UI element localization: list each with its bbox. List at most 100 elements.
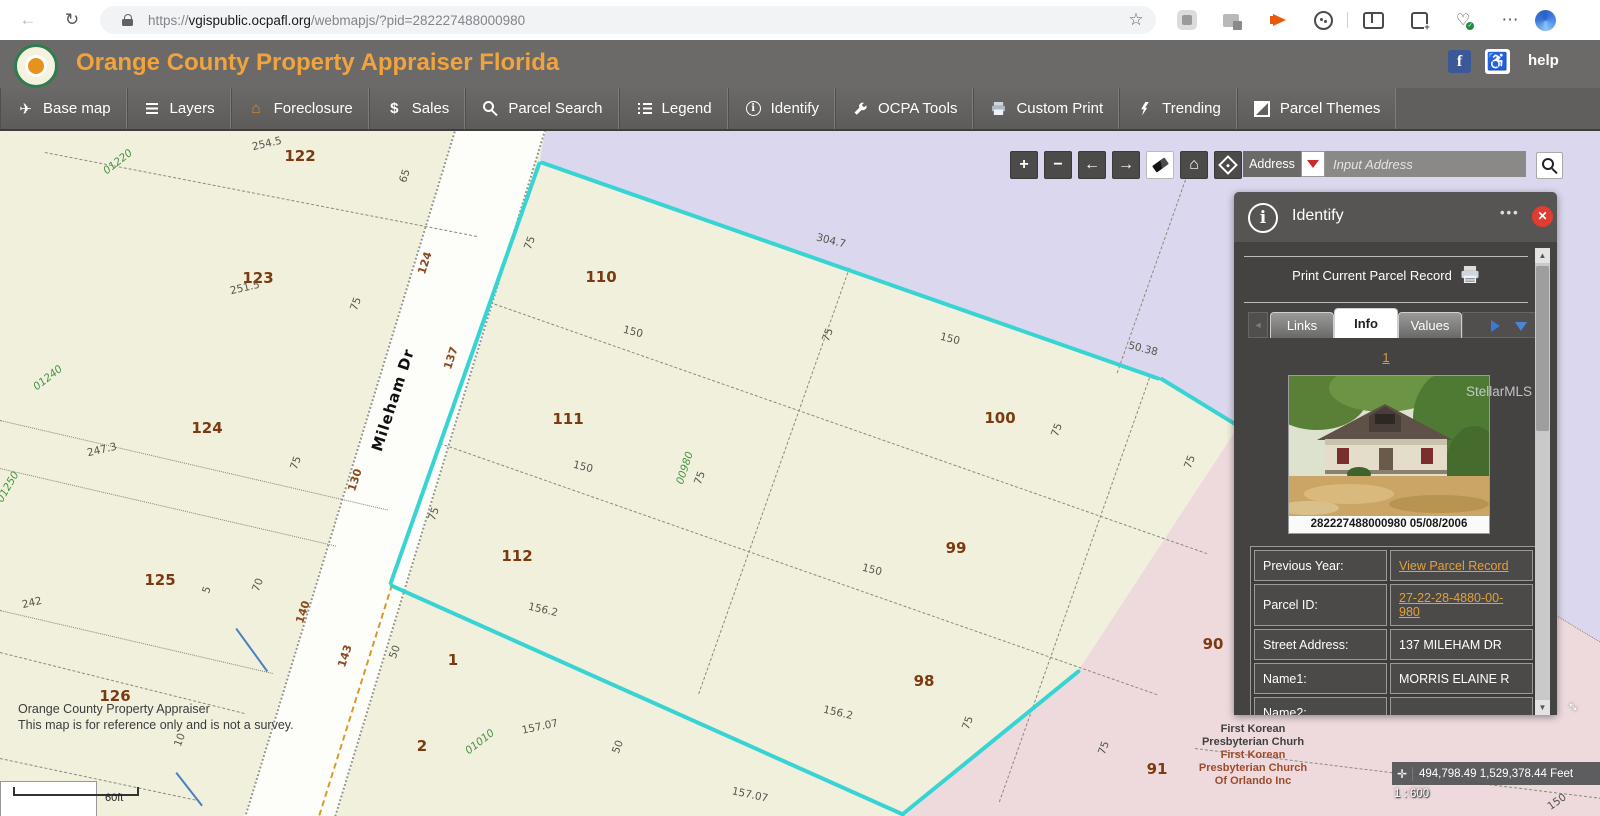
more-menu-icon[interactable]: ⋯	[1498, 8, 1522, 32]
field-label: Name2:	[1254, 697, 1387, 715]
reload-icon[interactable]: ↻	[60, 8, 84, 32]
menu-layers[interactable]: Layers	[126, 88, 231, 129]
field-label: Previous Year:	[1254, 550, 1387, 581]
tab-info[interactable]: Info	[1334, 308, 1398, 338]
scale-bar-label: 60ft	[105, 792, 124, 804]
search-icon	[481, 100, 500, 117]
menu-label: Layers	[169, 100, 215, 117]
plus-icon: +	[1019, 156, 1029, 173]
full-extent-button[interactable]: ⌂	[1180, 151, 1208, 179]
tab-scroll-left-button[interactable]: ◄	[1248, 312, 1268, 338]
close-icon[interactable]: ✕	[1532, 206, 1553, 227]
scroll-down-icon[interactable]: ▼	[1535, 700, 1550, 715]
feature-dropdown-icon[interactable]	[1515, 322, 1527, 331]
lock-icon	[122, 13, 134, 27]
church-label-line: Presbyterian Churh	[1201, 736, 1305, 748]
coordinates-text: 494,798.49 1,529,378.44 Feet	[1419, 767, 1574, 780]
menu-custom-print[interactable]: Custom Print	[973, 88, 1120, 129]
announcement-icon[interactable]	[1268, 9, 1290, 31]
zoom-out-button[interactable]: −	[1044, 151, 1072, 179]
scroll-up-icon[interactable]: ▲	[1535, 248, 1550, 263]
wrench-icon	[851, 100, 870, 117]
table-row: Parcel ID: 27-22-28-4880-00-980	[1254, 584, 1533, 626]
menu-parcel-search[interactable]: Parcel Search	[465, 88, 619, 129]
back-icon[interactable]: ←	[16, 8, 40, 32]
help-link[interactable]: help	[1528, 52, 1559, 69]
hydro-line	[175, 772, 203, 807]
dimension-label: 75	[960, 714, 976, 732]
menu-parcel-themes[interactable]: Parcel Themes	[1236, 88, 1397, 129]
accessibility-icon[interactable]: ♿	[1485, 49, 1510, 74]
menu-label: Parcel Search	[508, 100, 603, 117]
clear-graphics-button[interactable]	[1146, 151, 1174, 179]
parcel-number-label: 91	[1146, 760, 1168, 778]
lot-id-label: 01250	[0, 469, 22, 505]
field-value: View Parcel Record	[1390, 550, 1533, 581]
search-button[interactable]	[1536, 152, 1563, 179]
extension-icon[interactable]	[1176, 9, 1198, 31]
copilot-icon[interactable]	[1534, 9, 1556, 31]
browser-essentials-icon[interactable]: ♡ ✓	[1452, 9, 1475, 31]
info-icon: i	[744, 100, 763, 117]
table-row: Name2:	[1254, 697, 1533, 715]
next-extent-button[interactable]: →	[1112, 151, 1140, 179]
previous-extent-button[interactable]: ←	[1078, 151, 1106, 179]
parcel-number-label: 98	[913, 672, 935, 690]
panel-menu-icon[interactable]: •••	[1500, 205, 1520, 220]
field-link[interactable]: View Parcel Record	[1399, 559, 1509, 573]
menu-base-map[interactable]: ✈ Base map	[0, 88, 127, 129]
favorite-star-icon[interactable]: ☆	[1124, 8, 1148, 32]
dimension-label: 75	[348, 295, 364, 313]
collections-icon[interactable]: +	[1408, 9, 1430, 31]
panel-scrollbar[interactable]: ▲ ▼	[1535, 248, 1550, 715]
menu-bar: ✈ Base map Layers ⌂ Foreclosure $ Sales Parcel …	[0, 88, 1600, 131]
menu-sales[interactable]: $ Sales	[368, 88, 466, 129]
tab-values[interactable]: Values	[1398, 312, 1462, 338]
print-parcel-record-button[interactable]: Print Current Parcel Record	[1234, 266, 1538, 283]
search-type-button[interactable]: Address	[1243, 151, 1301, 177]
menu-legend[interactable]: Legend	[618, 88, 728, 129]
search-icon	[1541, 157, 1554, 170]
screenshot-extension-icon[interactable]	[1220, 9, 1242, 31]
layers-icon	[143, 100, 162, 117]
dimension-label: 75	[1049, 421, 1065, 439]
parcel-boundary-line	[0, 610, 273, 674]
dimension-label: 70	[250, 576, 266, 594]
toolbar-divider	[1347, 12, 1348, 28]
tab-links[interactable]: Links	[1270, 312, 1334, 338]
address-input[interactable]	[1325, 151, 1526, 177]
dimension-label: 251.5	[229, 278, 261, 298]
field-label: Name1:	[1254, 663, 1387, 694]
search-type-dropdown[interactable]	[1301, 151, 1325, 177]
plane-icon: ✈	[19, 100, 32, 118]
split-screen-icon[interactable]	[1362, 9, 1384, 31]
zoom-in-button[interactable]: +	[1010, 151, 1038, 179]
dimension-label: 247.3	[86, 440, 118, 460]
scrollbar-thumb[interactable]	[1536, 266, 1549, 431]
field-label: Street Address:	[1254, 629, 1387, 660]
ocpa-logo	[14, 44, 58, 88]
parcel-number-label: 124	[191, 419, 223, 437]
extensions-cookie-icon[interactable]	[1312, 9, 1334, 31]
identify-panel-header[interactable]: i Identify ••• ✕	[1234, 192, 1557, 242]
address-bar[interactable]: https://vgispublic.ocpafl.org/webmapjs/?…	[100, 6, 1156, 34]
menu-foreclosure[interactable]: ⌂ Foreclosure	[230, 88, 369, 129]
field-link[interactable]: 27-22-28-4880-00-980	[1399, 591, 1503, 619]
menu-ocpa-tools[interactable]: OCPA Tools	[834, 88, 974, 129]
next-feature-icon[interactable]	[1491, 320, 1500, 332]
menu-trending[interactable]: Trending	[1119, 88, 1237, 129]
facebook-icon[interactable]: f	[1448, 50, 1471, 73]
dollar-icon: $	[390, 100, 399, 117]
dimension-label: 50	[610, 738, 626, 756]
arrow-right-icon: →	[1118, 156, 1134, 173]
browser-chrome: ← ↻ https://vgispublic.ocpafl.org/webmap…	[0, 0, 1600, 40]
lot-id-label: 01220	[101, 146, 135, 178]
field-value: 137 MILEHAM DR	[1390, 629, 1533, 660]
photo-caption: 282227488000980 05/08/2006	[1289, 516, 1489, 533]
table-row: Name1: MORRIS ELAINE R	[1254, 663, 1533, 694]
target-icon	[1218, 155, 1238, 175]
page-link[interactable]: 1	[1382, 350, 1389, 365]
parcel-number-label: 2	[416, 737, 428, 755]
zoom-selection-button[interactable]	[1214, 151, 1242, 179]
menu-identify[interactable]: i Identify	[727, 88, 835, 129]
